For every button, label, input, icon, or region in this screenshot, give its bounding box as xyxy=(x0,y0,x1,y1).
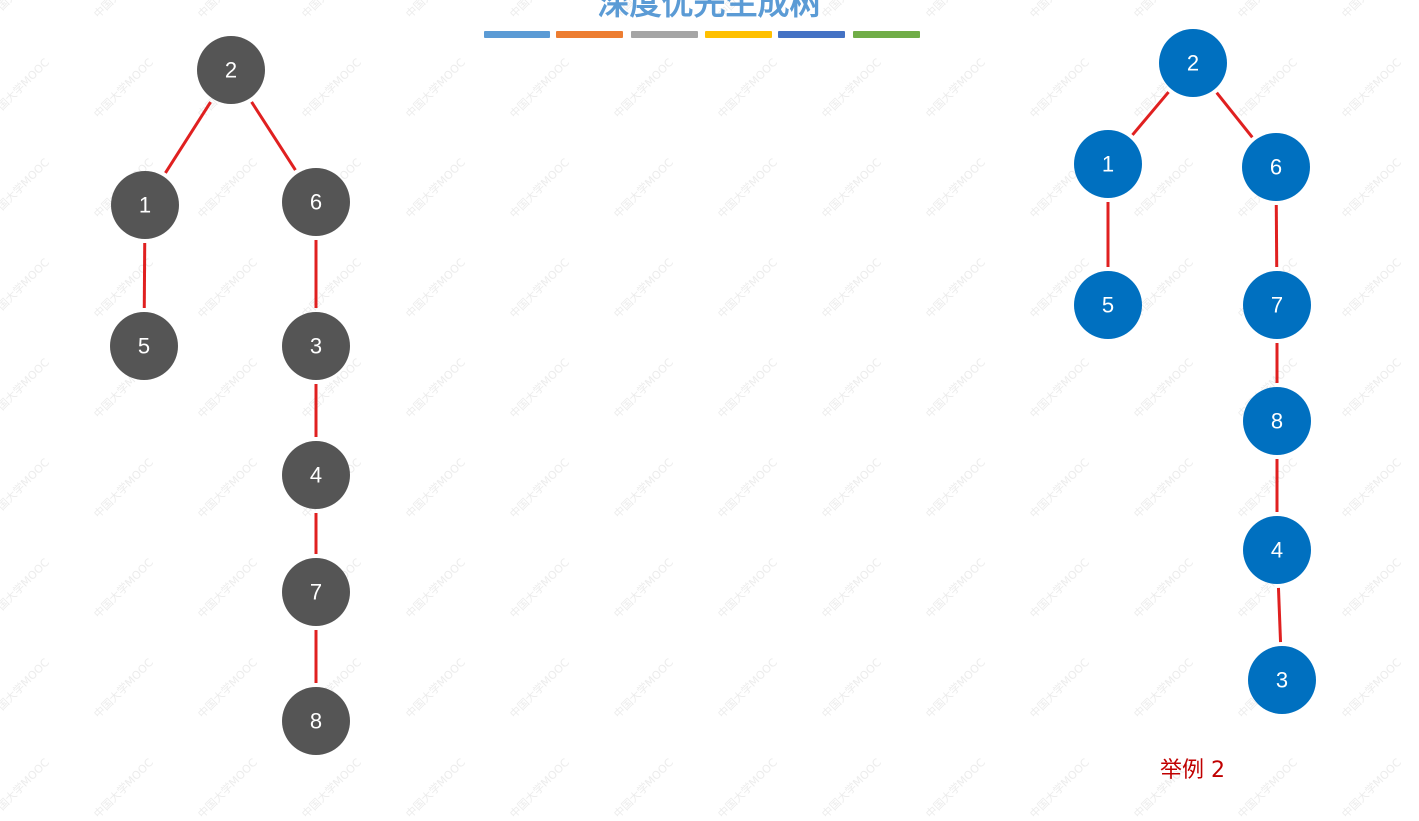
tree-node-label-8: 8 xyxy=(1271,409,1283,434)
tree-node-label-3: 3 xyxy=(1276,668,1288,693)
tree-node-label-8: 8 xyxy=(310,709,322,734)
color-strip-4 xyxy=(705,31,772,38)
tree-edge-4-3 xyxy=(1278,588,1280,642)
spanning-tree-diagram: 2 1 6 5 3 4 7 8 2 1 6 5 7 8 4 3 xyxy=(0,0,1419,770)
right-tree: 2 1 6 5 7 8 4 3 xyxy=(1074,29,1316,714)
tree-node-label-4: 4 xyxy=(1271,538,1283,563)
bottom-note: 举例 2 xyxy=(1160,752,1225,784)
tree-edge-2-6 xyxy=(1217,93,1253,138)
tree-node-label-5: 5 xyxy=(138,334,150,359)
tree-node-label-1: 1 xyxy=(139,193,151,218)
tree-edge-2-6 xyxy=(252,102,296,170)
tree-edge-2-1 xyxy=(1132,92,1168,135)
tree-node-label-2: 2 xyxy=(1187,51,1199,76)
tree-node-label-7: 7 xyxy=(1271,293,1283,318)
tree-node-label-2: 2 xyxy=(225,58,237,83)
color-strip-3 xyxy=(631,31,698,38)
left-tree: 2 1 6 5 3 4 7 8 xyxy=(110,36,350,755)
tree-node-label-4: 4 xyxy=(310,463,322,488)
tree-node-label-3: 3 xyxy=(310,334,322,359)
color-strip-1 xyxy=(484,31,550,38)
color-strip-2 xyxy=(556,31,623,38)
page-title: 深度优先生成树 xyxy=(0,0,1419,24)
color-strip-6 xyxy=(853,31,920,38)
tree-node-label-1: 1 xyxy=(1102,152,1114,177)
tree-node-label-5: 5 xyxy=(1102,293,1114,318)
tree-node-label-6: 6 xyxy=(1270,155,1282,180)
tree-node-label-7: 7 xyxy=(310,580,322,605)
color-strip-5 xyxy=(778,31,845,38)
tree-node-label-6: 6 xyxy=(310,190,322,215)
tree-edge-2-1 xyxy=(165,102,210,173)
